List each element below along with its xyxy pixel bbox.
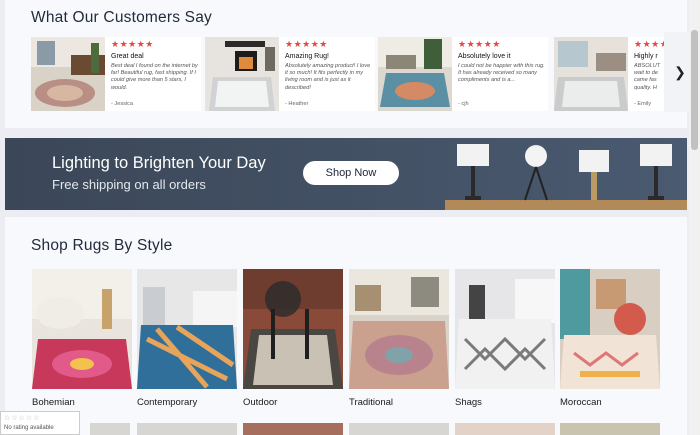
review-title: Absolutely love it — [458, 53, 511, 60]
review-card[interactable]: ★★★★★ Amazing Rug! Absolutely amazing pr… — [205, 37, 375, 111]
style-photo — [560, 269, 660, 389]
page-scrollbar[interactable] — [689, 0, 700, 435]
style-tile-row2[interactable] — [90, 423, 130, 435]
style-label: Shags — [455, 397, 482, 408]
review-photo — [31, 37, 105, 111]
style-label: Contemporary — [137, 397, 198, 408]
rating-text: No rating available — [4, 425, 54, 431]
style-tile-row2[interactable] — [137, 423, 237, 435]
review-photo — [554, 37, 628, 111]
review-card[interactable]: ★★★★★ Highly r ABSOLUT wait to de came f… — [554, 37, 664, 111]
review-photo — [205, 37, 279, 111]
review-author: - Emily — [634, 101, 652, 107]
style-label: Traditional — [349, 397, 394, 408]
reviews-heading: What Our Customers Say — [31, 9, 212, 26]
review-stars: ★★★★★ — [634, 39, 664, 49]
style-tile-bohemian[interactable]: Bohemian — [32, 269, 132, 408]
style-photo — [455, 269, 555, 389]
banner-subtitle: Free shipping on all orders — [52, 177, 206, 192]
review-card[interactable]: ★★★★★ Absolutely love it I could not be … — [378, 37, 548, 111]
style-tile-outdoor[interactable]: Outdoor — [243, 269, 343, 408]
shop-now-button[interactable]: Shop Now — [303, 161, 399, 185]
style-tile-row2[interactable] — [560, 423, 660, 435]
review-body: Best deal I found on the internet by far… — [111, 63, 198, 91]
style-tile-row2[interactable] — [243, 423, 343, 435]
lighting-banner[interactable]: Lighting to Brighten Your Day Free shipp… — [5, 138, 687, 210]
review-author: - cjh — [458, 101, 469, 107]
styles-heading: Shop Rugs By Style — [31, 237, 173, 254]
review-author: - Heather — [285, 101, 309, 107]
scrollbar-thumb[interactable] — [691, 30, 698, 150]
review-title: Great deal — [111, 53, 144, 60]
style-photo — [243, 269, 343, 389]
review-stars: ★★★★★ — [458, 39, 501, 49]
chevron-right-icon: ❯ — [674, 63, 686, 80]
review-body: I could not be happier with this rug. It… — [458, 63, 545, 84]
banner-title: Lighting to Brighten Your Day — [52, 154, 266, 172]
review-title: Amazing Rug! — [285, 53, 329, 60]
style-tile-moroccan[interactable]: Moroccan — [560, 269, 660, 408]
rating-stars: ☆☆☆☆☆ — [4, 415, 41, 422]
review-card[interactable]: ★★★★★ Great deal Best deal I found on th… — [31, 37, 201, 111]
style-label: Bohemian — [32, 397, 75, 408]
style-photo — [349, 269, 449, 389]
review-body: ABSOLUT wait to de came fas quality. H — [634, 63, 661, 91]
style-tile-row2[interactable] — [455, 423, 555, 435]
style-label: Moroccan — [560, 397, 602, 408]
review-body: Absolutely amazing product! I love it so… — [285, 63, 371, 91]
review-title: Highly r — [634, 53, 658, 60]
style-tile-contemporary[interactable]: Contemporary — [137, 269, 237, 408]
style-photo — [32, 269, 132, 389]
review-photo — [378, 37, 452, 111]
rating-badge[interactable]: ☆☆☆☆☆ No rating available — [0, 411, 80, 435]
style-tile-shags[interactable]: Shags — [455, 269, 555, 408]
reviews-section: What Our Customers Say ★★★★★ Great deal … — [5, 0, 696, 128]
style-photo — [137, 269, 237, 389]
review-author: - Jessica — [111, 101, 134, 107]
style-tile-traditional[interactable]: Traditional — [349, 269, 449, 408]
review-stars: ★★★★★ — [111, 39, 154, 49]
review-stars: ★★★★★ — [285, 39, 328, 49]
style-label: Outdoor — [243, 397, 278, 408]
style-tile-row2[interactable] — [349, 423, 449, 435]
